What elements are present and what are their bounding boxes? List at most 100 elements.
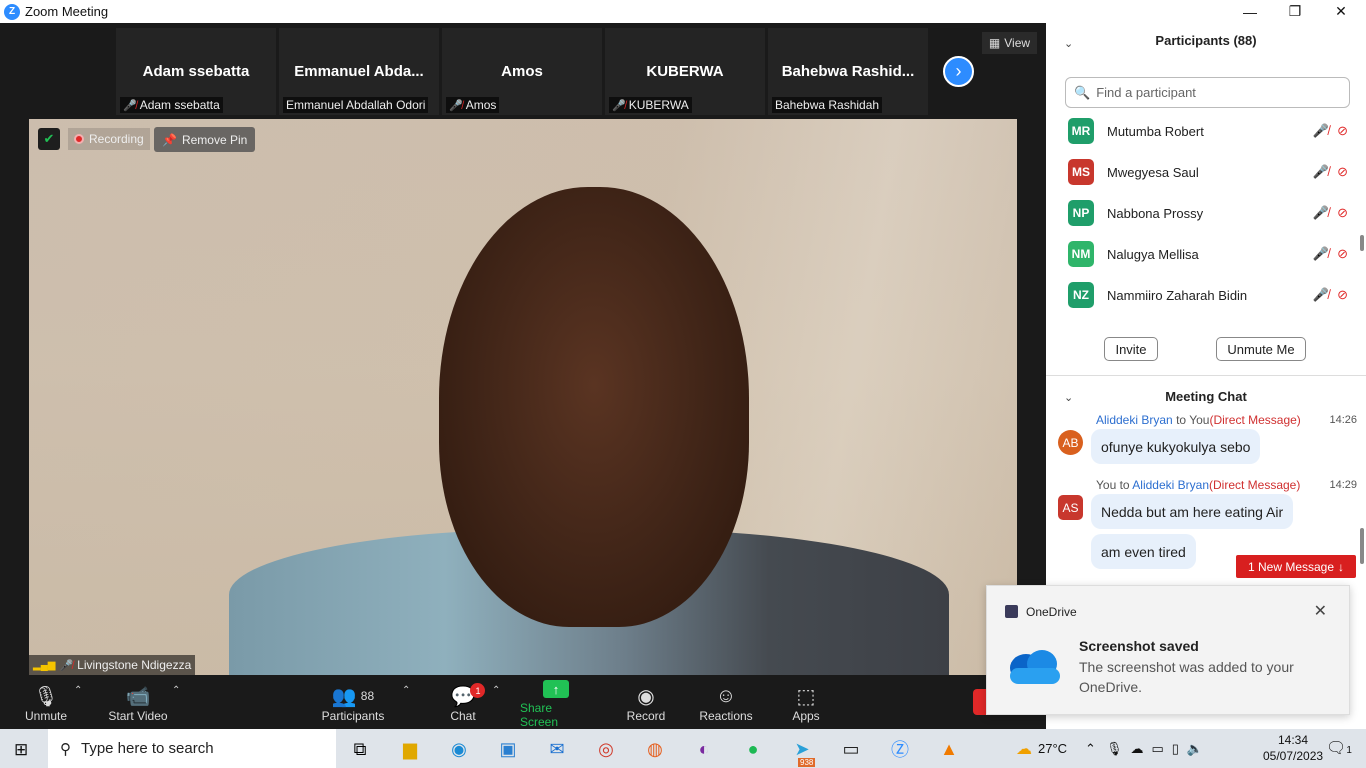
reactions-button[interactable]: ☺ Reactions <box>698 677 754 729</box>
close-window-button[interactable]: ✕ <box>1318 0 1364 23</box>
onedrive-app-icon <box>1005 605 1018 618</box>
share-screen-button[interactable]: ↑ Share Screen <box>520 677 592 729</box>
spotify-icon[interactable]: ● <box>741 737 765 761</box>
avatar: NP <box>1068 200 1094 226</box>
chat-bubble[interactable]: am even tired <box>1091 534 1196 569</box>
tile-label: 🎤̸ KUBERWA <box>609 97 692 113</box>
participant-row[interactable]: NZ Nammiiro Zaharah Bidin 🎤̸ ⊘ <box>1068 279 1348 311</box>
apps-button[interactable]: ⬚ Apps <box>789 677 823 729</box>
participants-button[interactable]: 👥 88 Participants <box>318 677 388 729</box>
zoom-taskbar-icon[interactable]: Ⓩ <box>888 737 912 761</box>
video-off-icon: ⊘ <box>1337 205 1348 220</box>
video-tile[interactable]: KUBERWA 🎤̸ KUBERWA <box>605 28 765 115</box>
participant-row[interactable]: NP Nabbona Prossy 🎤̸ ⊘ <box>1068 197 1348 229</box>
zoom-logo-icon: Z <box>4 3 20 20</box>
notification-body: The screenshot was added to your OneDriv… <box>1079 659 1294 695</box>
spy-app-icon[interactable]: ◐ <box>692 737 716 761</box>
record-icon: ◉ <box>637 685 655 708</box>
video-options-caret[interactable]: ⌃ <box>172 685 180 696</box>
unmute-me-button[interactable]: Unmute Me <box>1216 337 1306 361</box>
weather-icon[interactable]: ☁ <box>1016 739 1032 759</box>
next-page-button[interactable]: › <box>943 56 974 87</box>
chat-title: Meeting Chat <box>1165 389 1247 404</box>
chrome-icon[interactable]: ◎ <box>594 737 618 761</box>
mic-muted-icon: 🎤̸ <box>612 99 626 112</box>
tile-display-name: Bahebwa Rashid... <box>781 63 915 80</box>
network-icon[interactable]: ▭ <box>1151 741 1163 757</box>
chat-recipient[interactable]: Aliddeki Bryan <box>1132 478 1209 492</box>
view-button[interactable]: ▦ View <box>982 32 1037 54</box>
terminal-icon[interactable]: ▭ <box>839 737 863 761</box>
video-tile[interactable]: Emmanuel Abda... Emmanuel Abdallah Odori <box>279 28 439 115</box>
cloud-sync-icon[interactable]: ☁ <box>1130 741 1143 757</box>
chat-label: Chat <box>450 709 476 723</box>
windows-start-icon[interactable]: ⊞ <box>14 740 28 760</box>
chat-message-meta: Aliddeki Bryan to You(Direct Message) <box>1096 413 1301 427</box>
participants-scrollbar[interactable] <box>1360 235 1364 251</box>
weather-temp[interactable]: 27°C <box>1038 741 1067 756</box>
recording-indicator[interactable]: Recording <box>68 128 150 150</box>
taskbar-search-placeholder: Type here to search <box>81 740 214 757</box>
record-button[interactable]: ◉ Record <box>624 677 668 729</box>
chat-bubble[interactable]: Nedda but am here eating Air <box>1091 494 1294 529</box>
direct-message-tag: (Direct Message) <box>1209 478 1301 492</box>
chat-scrollbar[interactable] <box>1360 528 1364 564</box>
start-video-button[interactable]: 📹 Start Video <box>104 677 172 729</box>
microphone-icon[interactable]: 🎙 <box>1106 741 1123 757</box>
audio-options-caret[interactable]: ⌃ <box>74 685 82 696</box>
video-tile[interactable]: Bahebwa Rashid... Bahebwa Rashidah <box>768 28 928 115</box>
avatar: MS <box>1068 159 1094 185</box>
close-icon[interactable]: ✕ <box>1314 601 1327 621</box>
file-explorer-icon[interactable]: ▆ <box>398 737 422 761</box>
taskbar-clock[interactable]: 14:34 05/07/2023 <box>1263 732 1323 764</box>
tile-display-name: Emmanuel Abda... <box>294 63 424 80</box>
search-icon: 🔍 <box>1074 84 1091 100</box>
volume-icon[interactable]: 🔈 <box>1187 741 1203 757</box>
notification-count: 1 <box>1346 745 1352 756</box>
apps-icon: ⬚ <box>796 685 816 708</box>
edge-browser-icon[interactable]: ◉ <box>447 737 471 761</box>
task-view-icon[interactable]: ⧉ <box>348 737 372 761</box>
video-tile[interactable]: Amos 🎤̸ Amos <box>442 28 602 115</box>
system-tray: ☁ 27°C ⌃ 🎙 ☁ ▭ ▯ 🔈 <box>1016 729 1203 768</box>
battery-icon[interactable]: ▯ <box>1172 741 1179 757</box>
firefox-icon[interactable]: ◍ <box>643 737 667 761</box>
start-video-label: Start Video <box>108 709 168 723</box>
encryption-shield-icon[interactable]: ✔ <box>38 128 60 150</box>
mic-muted-icon: 🎤̸ <box>1312 287 1330 302</box>
tray-up-chevron-icon[interactable]: ⌃ <box>1085 741 1096 757</box>
pin-icon: 📌 <box>162 132 177 147</box>
clock-date: 05/07/2023 <box>1263 749 1324 763</box>
invite-button[interactable]: Invite <box>1104 337 1158 361</box>
speaker-name: Livingstone Ndigezza <box>77 658 192 672</box>
participant-row[interactable]: MS Mwegyesa Saul 🎤̸ ⊘ <box>1068 156 1348 188</box>
chat-button[interactable]: 💬 1 Chat <box>443 677 486 729</box>
maximize-button[interactable]: ❐ <box>1272 0 1318 23</box>
notification-center-icon[interactable]: 🗨1 <box>1326 738 1352 758</box>
chat-options-caret[interactable]: ⌃ <box>492 685 500 696</box>
mail-icon[interactable]: ✉ <box>545 737 569 761</box>
participant-row[interactable]: NM Nalugya Mellisa 🎤̸ ⊘ <box>1068 238 1348 270</box>
participant-row[interactable]: MR Mutumba Robert 🎤̸ ⊘ <box>1068 115 1348 147</box>
unmute-button[interactable]: 🎙 Unmute <box>18 677 74 729</box>
participants-options-caret[interactable]: ⌃ <box>402 685 410 696</box>
video-off-icon: 📹 <box>125 685 151 708</box>
pinned-video[interactable]: ✔ Recording 📌 Remove Pin ▂▄▆ 🎤̸ Livingstone… <box>29 119 1017 675</box>
video-tile[interactable]: Adam ssebatta 🎤̸ Adam ssebatta <box>116 28 276 115</box>
onedrive-notification[interactable]: OneDrive ✕ Screenshot saved The screensh… <box>986 585 1350 715</box>
store-icon[interactable]: ▣ <box>496 737 520 761</box>
cloud-icon <box>1010 650 1060 684</box>
tile-label-text: Emmanuel Abdallah Odori <box>286 98 426 112</box>
chat-badge: 1 <box>470 683 486 698</box>
telegram-icon[interactable]: ➤ 938 <box>790 737 816 767</box>
vlc-icon[interactable]: ▲ <box>937 737 961 761</box>
speaker-head <box>439 187 749 627</box>
tile-display-name: Adam ssebatta <box>142 63 250 80</box>
new-message-button[interactable]: 1 New Message ↓ <box>1236 555 1356 578</box>
minimize-button[interactable]: — <box>1227 0 1273 23</box>
participant-search-input[interactable]: 🔍 Find a participant <box>1065 77 1350 108</box>
chat-bubble[interactable]: ofunye kukyokulya sebo <box>1091 429 1261 464</box>
chat-sender[interactable]: Aliddeki Bryan <box>1096 413 1173 427</box>
remove-pin-button[interactable]: 📌 Remove Pin <box>154 127 256 152</box>
taskbar-search-box[interactable]: ⚲ Type here to search <box>48 729 336 768</box>
